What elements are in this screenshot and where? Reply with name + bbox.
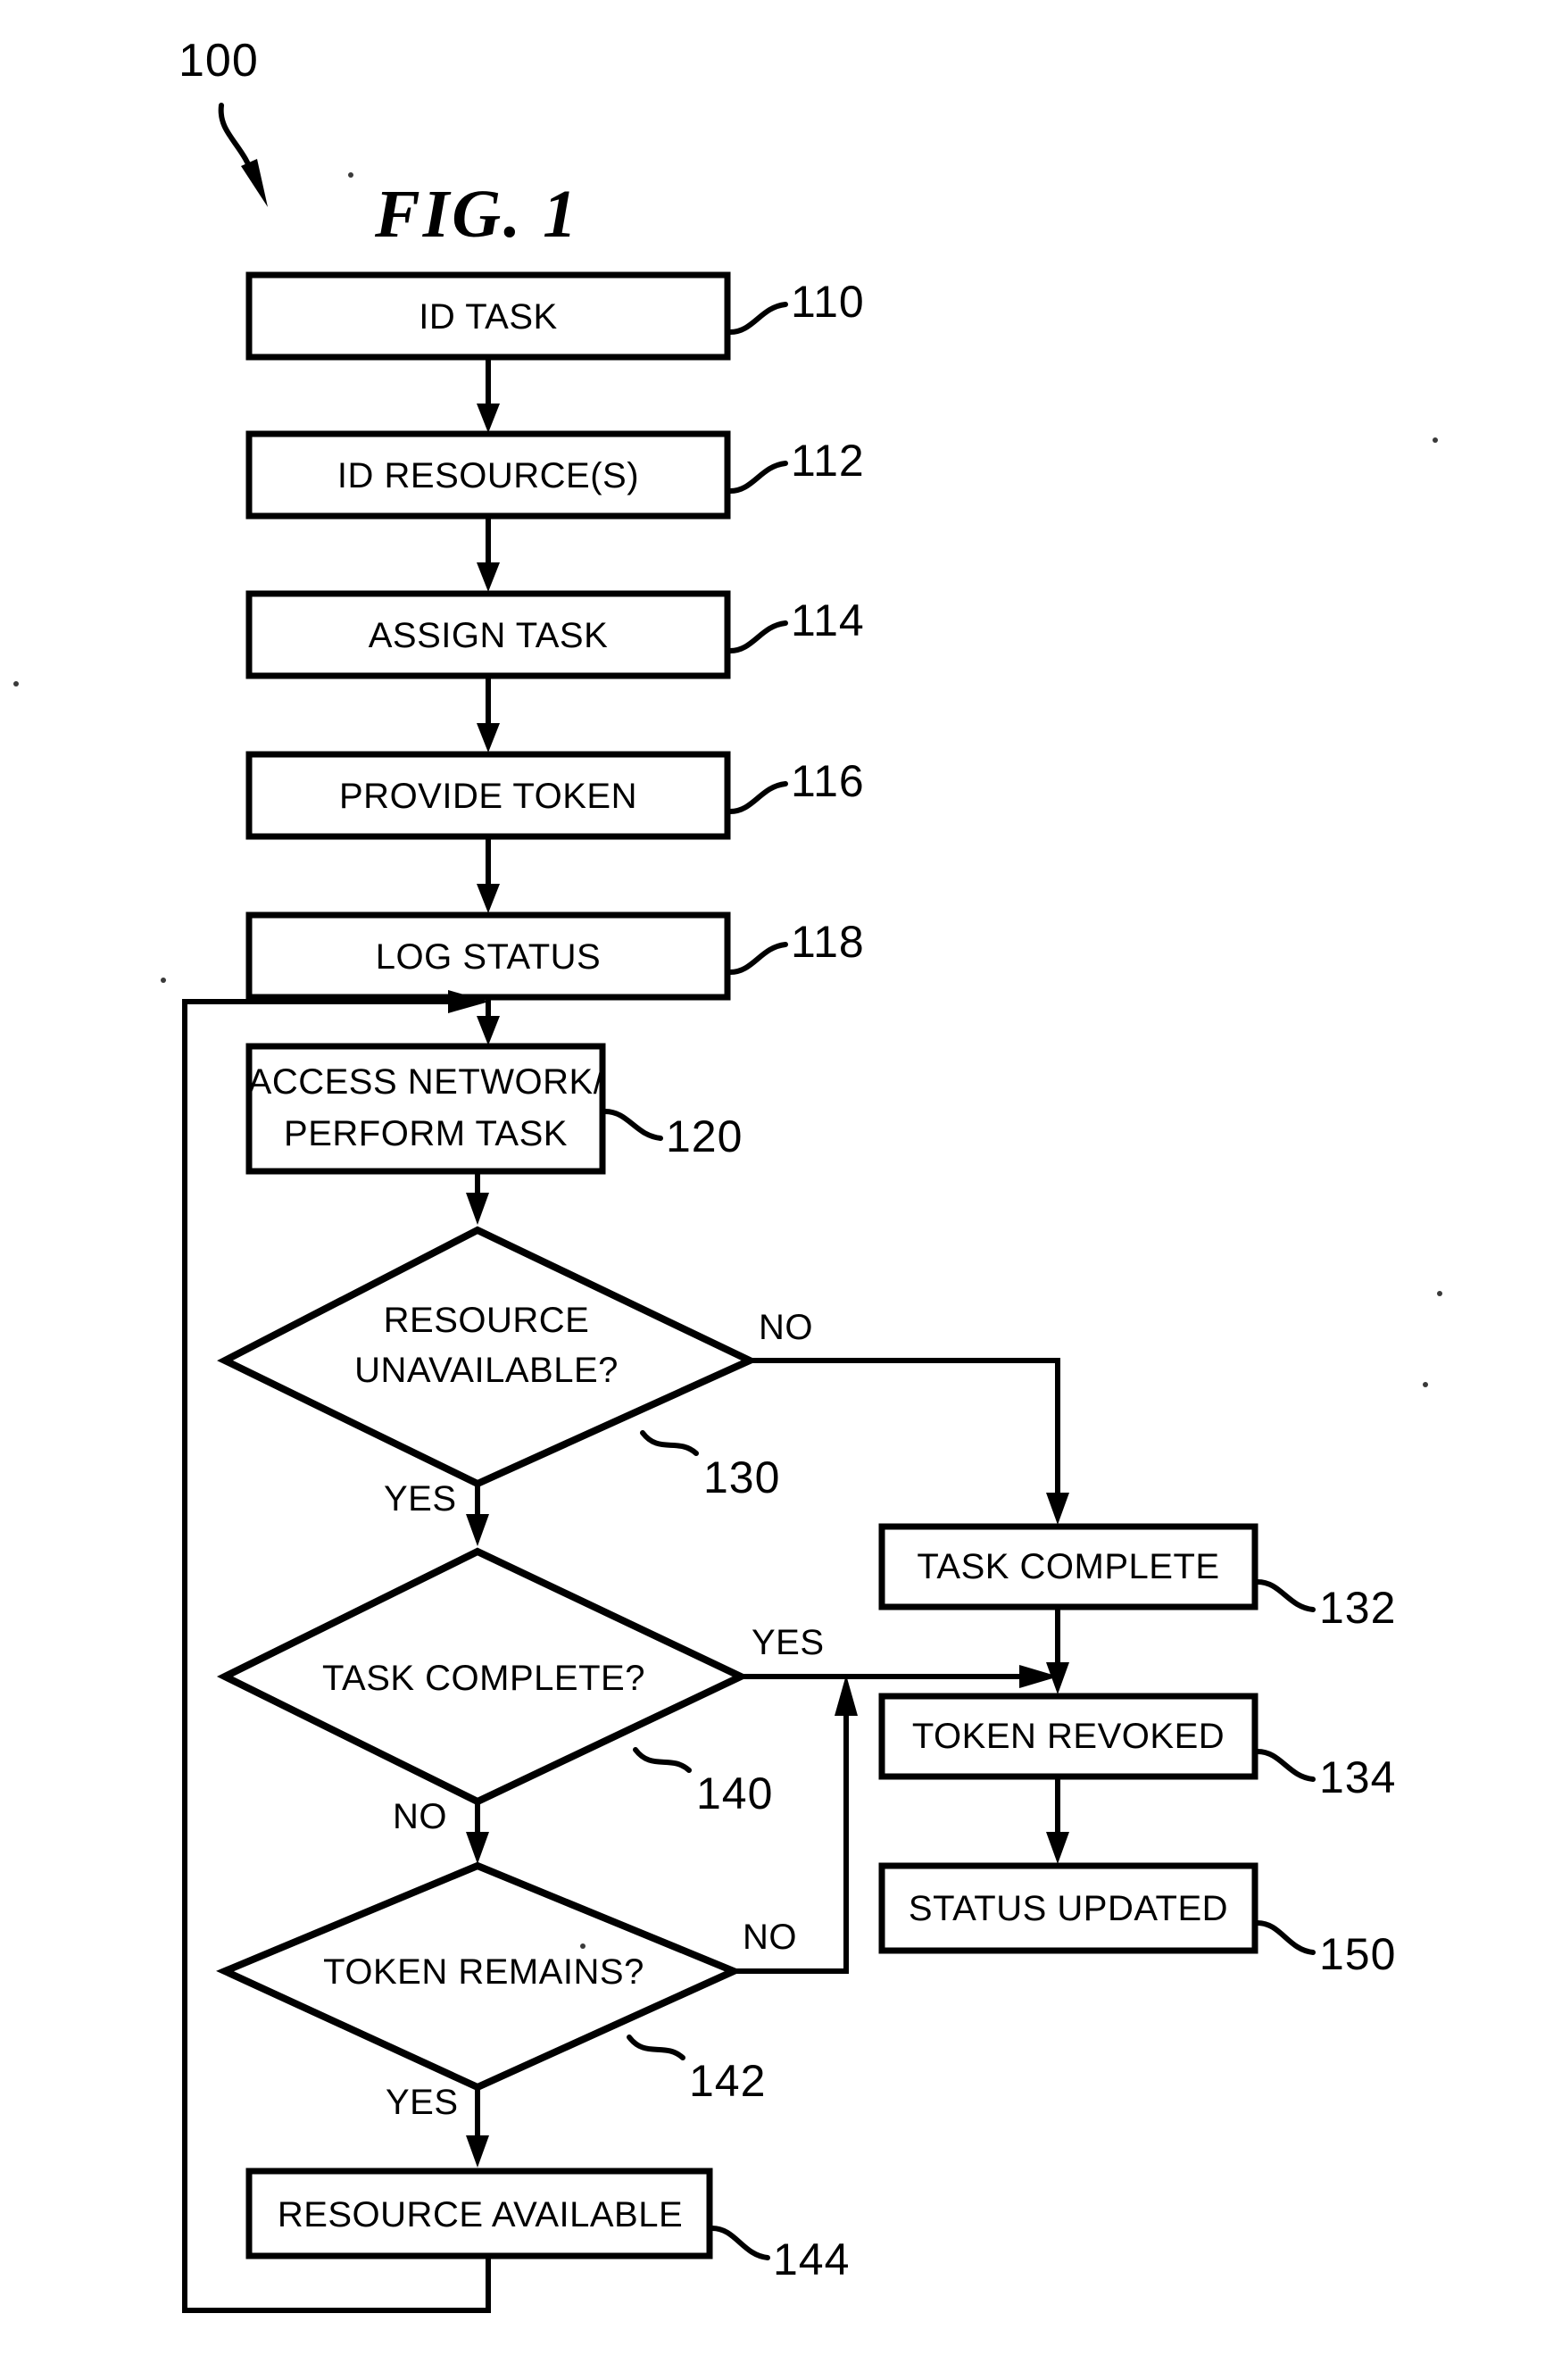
- node-120-ref: 120: [666, 1111, 743, 1161]
- node-112-ref: 112: [791, 436, 865, 486]
- scan-speck: [348, 172, 353, 178]
- node-142-label: TOKEN REMAINS?: [323, 1952, 644, 1992]
- branch-142-yes-label: YES: [386, 2083, 459, 2122]
- figure-ref-arrowhead: [241, 159, 268, 207]
- node-150-label: STATUS UPDATED: [909, 1889, 1228, 1928]
- node-134-ref: 134: [1319, 1752, 1396, 1802]
- edge-116-118-arrowhead: [477, 884, 500, 913]
- edge-112-114-arrowhead: [477, 562, 500, 592]
- edge-110-112-arrowhead: [477, 404, 500, 433]
- node-132-ref-leader: [1255, 1579, 1316, 1612]
- node-140-ref-leader: [633, 1747, 692, 1773]
- figure-title: FIG. 1: [374, 177, 579, 252]
- node-110-ref-leader: [727, 302, 788, 335]
- edge-130-yes-arrowhead: [466, 1514, 489, 1546]
- scan-speck: [161, 978, 166, 983]
- edge-142-no-arrowhead: [835, 1675, 858, 1716]
- edge-118-120-arrowhead: [477, 1016, 500, 1045]
- node-116-ref-leader: [727, 781, 788, 814]
- edge-130-no-arrowhead: [1046, 1493, 1069, 1525]
- node-118-label: LOG STATUS: [376, 937, 601, 977]
- edge-134-150-arrowhead: [1046, 1832, 1069, 1864]
- branch-130-no-label: NO: [759, 1308, 813, 1347]
- node-144-ref-leader: [710, 2226, 770, 2260]
- edge-140-no-arrowhead: [466, 1832, 489, 1864]
- branch-142-no-label: NO: [743, 1918, 797, 1957]
- node-130-label-line1: RESOURCE: [384, 1301, 590, 1340]
- node-112-ref-leader: [727, 461, 788, 494]
- edge-142-yes-arrowhead: [466, 2135, 489, 2168]
- node-142-ref: 142: [689, 2056, 766, 2106]
- branch-140-yes-label: YES: [752, 1623, 825, 1662]
- node-134-label: TOKEN REVOKED: [912, 1717, 1225, 1756]
- node-142-ref-leader: [627, 2035, 685, 2060]
- node-140-ref: 140: [696, 1768, 773, 1818]
- node-118-ref-leader: [727, 942, 788, 975]
- node-112-label: ID RESOURCE(S): [337, 456, 639, 495]
- scan-speck: [580, 1943, 586, 1949]
- node-114-ref-leader: [727, 620, 788, 653]
- flowchart-canvas: 100 FIG. 1 ID TASK 110 ID RESOURCE(S) 11…: [13, 35, 1442, 2313]
- edge-130-no: [750, 1358, 1060, 1502]
- node-110-ref: 110: [791, 277, 865, 327]
- node-110-label: ID TASK: [419, 297, 557, 337]
- node-120-label-line1: ACCESS NETWORK/: [248, 1062, 604, 1102]
- node-144-label: RESOURCE AVAILABLE: [278, 2195, 683, 2234]
- node-130-label-line2: UNAVAILABLE?: [354, 1351, 619, 1390]
- edge-114-116-arrowhead: [477, 723, 500, 753]
- node-116-ref: 116: [791, 756, 865, 806]
- edge-120-130-arrowhead: [466, 1193, 489, 1225]
- node-116-label: PROVIDE TOKEN: [339, 777, 637, 816]
- node-144-ref: 144: [773, 2234, 850, 2284]
- node-132-label: TASK COMPLETE: [917, 1547, 1219, 1586]
- node-130-ref-leader: [640, 1430, 699, 1456]
- scan-speck: [1423, 1382, 1428, 1387]
- branch-140-no-label: NO: [393, 1797, 447, 1836]
- node-130-ref: 130: [703, 1452, 780, 1502]
- node-140-label: TASK COMPLETE?: [322, 1659, 645, 1698]
- scan-speck: [1437, 1291, 1442, 1296]
- node-132-ref: 132: [1319, 1583, 1396, 1633]
- node-150-ref-leader: [1255, 1920, 1316, 1955]
- node-114-label: ASSIGN TASK: [369, 616, 609, 655]
- node-150-ref: 150: [1319, 1929, 1396, 1979]
- node-134-ref-leader: [1255, 1749, 1316, 1782]
- scan-speck: [1433, 437, 1438, 443]
- scan-speck: [13, 681, 19, 687]
- node-114-ref: 114: [791, 595, 865, 645]
- node-120-label-line2: PERFORM TASK: [284, 1114, 568, 1153]
- branch-130-yes-label: YES: [384, 1479, 457, 1519]
- node-118-ref: 118: [791, 917, 865, 967]
- figure-ref-100: 100: [179, 35, 259, 87]
- node-120-ref-leader: [602, 1109, 663, 1141]
- patent-figure-page: 100 FIG. 1 ID TASK 110 ID RESOURCE(S) 11…: [0, 0, 1545, 2380]
